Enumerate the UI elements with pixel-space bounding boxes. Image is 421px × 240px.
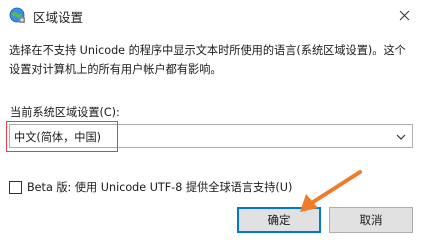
globe-settings-icon — [9, 7, 25, 23]
locale-select-value: 中文(简体，中国) — [14, 131, 102, 144]
chevron-down-icon — [396, 134, 406, 140]
beta-utf8-label[interactable]: Beta 版: 使用 Unicode UTF-8 提供全球语言支持(U) — [27, 179, 292, 195]
locale-label: 当前系统区域设置(C): — [10, 106, 120, 119]
close-button[interactable] — [387, 0, 421, 31]
beta-utf8-checkbox[interactable] — [9, 180, 22, 194]
title-bar: 区域设置 — [0, 0, 421, 31]
window-title: 区域设置 — [33, 10, 84, 25]
beta-utf8-option[interactable]: Beta 版: 使用 Unicode UTF-8 提供全球语言支持(U) — [9, 179, 292, 195]
cancel-button[interactable]: 取消 — [329, 207, 413, 233]
ok-button[interactable]: 确定 — [237, 207, 321, 233]
description-text: 选择在不支持 Unicode 的程序中显示文本时所使用的语言(系统区域设置)。这… — [9, 44, 406, 76]
locale-select[interactable]: 中文(简体，中国) — [9, 124, 413, 148]
close-icon — [399, 10, 409, 21]
